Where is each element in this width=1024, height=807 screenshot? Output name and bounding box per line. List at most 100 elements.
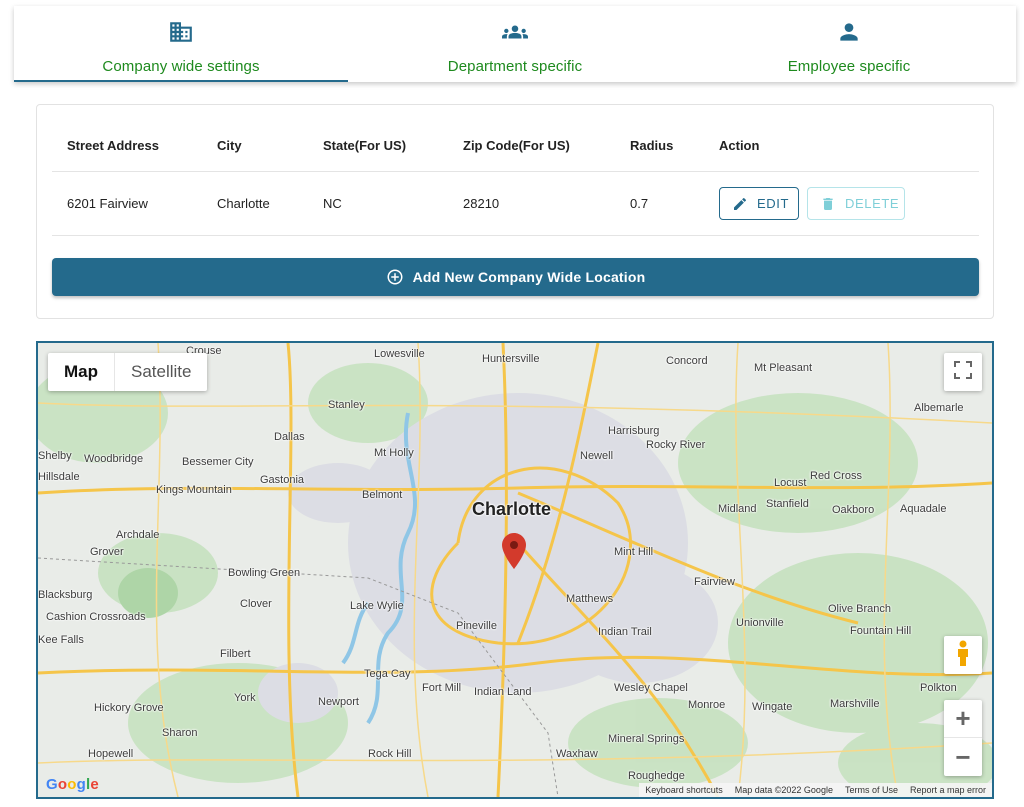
- header-street: Street Address: [67, 137, 159, 153]
- place-label: Indian Land: [474, 686, 532, 698]
- fullscreen-button[interactable]: [944, 353, 982, 391]
- place-label: Stanley: [328, 399, 365, 411]
- google-logo: Google: [46, 776, 99, 793]
- pegman-icon: [955, 640, 971, 671]
- cell-radius: 0.7: [630, 196, 649, 211]
- place-label: Hillsdale: [38, 471, 80, 483]
- report-error-link[interactable]: Report a map error: [904, 785, 992, 795]
- place-label: York: [234, 692, 256, 704]
- place-label: Kee Falls: [38, 634, 84, 646]
- place-label: Concord: [666, 355, 708, 367]
- place-label: Clover: [240, 598, 272, 610]
- place-label: Archdale: [116, 529, 160, 541]
- place-label: Harrisburg: [608, 425, 660, 437]
- place-label: Marshville: [830, 698, 880, 710]
- cell-zip: 28210: [463, 196, 500, 211]
- map-type-satellite-button[interactable]: Satellite: [115, 353, 207, 391]
- tab-employee-specific[interactable]: Employee specific: [682, 6, 1016, 82]
- place-label: Bowling Green: [228, 567, 301, 579]
- place-label: Woodbridge: [84, 453, 144, 465]
- table-row: 6201 Fairview Charlotte NC 28210 0.7 EDI…: [52, 172, 979, 236]
- zoom-out-button[interactable]: −: [944, 738, 982, 776]
- place-label: Lowesville: [374, 348, 425, 360]
- tab-department-specific[interactable]: Department specific: [348, 6, 682, 82]
- map-pin-icon[interactable]: [502, 533, 526, 574]
- header-city: City: [217, 137, 242, 153]
- add-location-button[interactable]: Add New Company Wide Location: [52, 258, 979, 296]
- place-label: Tega Cay: [364, 668, 411, 680]
- tab-label: Company wide settings: [102, 58, 260, 75]
- place-label: Polkton: [920, 682, 957, 694]
- place-label: Aquadale: [900, 503, 947, 515]
- cell-state: NC: [323, 196, 342, 211]
- add-location-label: Add New Company Wide Location: [412, 269, 646, 285]
- place-label: Pineville: [456, 620, 497, 632]
- row-actions: EDIT DELETE: [704, 187, 964, 220]
- place-label: Hopewell: [88, 748, 134, 760]
- edit-button[interactable]: EDIT: [719, 187, 799, 220]
- place-label: Belmont: [362, 489, 403, 501]
- place-label: Dallas: [274, 431, 305, 443]
- place-label: Locust: [774, 477, 807, 489]
- map-footer: Keyboard shortcuts Map data ©2022 Google…: [639, 783, 992, 797]
- place-label: Oakboro: [832, 504, 875, 516]
- place-label: Shelby: [38, 450, 72, 462]
- place-label: Wingate: [752, 701, 793, 713]
- place-label: Hickory Grove: [94, 702, 164, 714]
- fullscreen-icon: [954, 360, 972, 384]
- place-label: Olive Branch: [828, 603, 891, 615]
- keyboard-shortcuts-link[interactable]: Keyboard shortcuts: [639, 785, 729, 795]
- place-label: Matthews: [566, 593, 614, 605]
- edit-label: EDIT: [757, 196, 790, 211]
- place-label: Grover: [90, 546, 124, 558]
- group-icon: [501, 18, 529, 46]
- place-label: Rock Hill: [368, 748, 412, 760]
- place-label: Lake Wylie: [350, 600, 404, 612]
- table-header-row: Street Address City State(For US) Zip Co…: [52, 105, 979, 172]
- place-label: Newell: [580, 450, 614, 462]
- place-label: Albemarle: [914, 402, 964, 414]
- location-map[interactable]: Charlotte Crouse Lowesville Huntersville Co…: [36, 341, 994, 799]
- place-label: Newport: [318, 696, 359, 708]
- place-label: Huntersville: [482, 353, 540, 365]
- tab-company-wide[interactable]: Company wide settings: [14, 6, 348, 82]
- map-type-map-button[interactable]: Map: [48, 353, 115, 391]
- place-label: Gastonia: [260, 474, 305, 486]
- zoom-control: + −: [944, 700, 982, 776]
- terms-link[interactable]: Terms of Use: [839, 785, 904, 795]
- place-label: Mint Hill: [614, 546, 654, 558]
- place-label: Cashion Crossroads: [46, 611, 146, 623]
- place-label: Bessemer City: [182, 456, 254, 468]
- place-label: Red Cross: [810, 470, 862, 482]
- place-label: Waxhaw: [556, 748, 598, 760]
- place-label: Blacksburg: [38, 589, 93, 601]
- place-label: Monroe: [688, 699, 726, 711]
- header-action: Action: [719, 137, 760, 153]
- place-label: Wesley Chapel: [614, 682, 688, 694]
- building-icon: [167, 18, 195, 46]
- trash-icon: [820, 196, 836, 212]
- delete-label: DELETE: [845, 196, 900, 211]
- place-label: Midland: [718, 503, 757, 515]
- locations-table: Street Address City State(For US) Zip Co…: [52, 105, 979, 236]
- place-label: Fort Mill: [422, 682, 462, 694]
- place-label: Mineral Springs: [608, 733, 685, 745]
- header-state: State(For US): [323, 137, 407, 153]
- place-label: Rocky River: [646, 439, 706, 451]
- place-label: Kings Mountain: [156, 484, 232, 496]
- place-label: Stanfield: [766, 498, 809, 510]
- tab-label: Department specific: [447, 58, 583, 75]
- place-label: Unionville: [736, 617, 784, 629]
- delete-button[interactable]: DELETE: [807, 187, 905, 220]
- place-label: Mt Pleasant: [754, 362, 813, 374]
- header-radius: Radius: [630, 137, 674, 153]
- zoom-in-button[interactable]: +: [944, 700, 982, 738]
- place-label: Sharon: [162, 727, 198, 739]
- locations-card: Street Address City State(For US) Zip Co…: [36, 104, 994, 319]
- cell-city: Charlotte: [217, 196, 270, 211]
- header-zip: Zip Code(For US): [463, 137, 570, 153]
- tab-label: Employee specific: [787, 58, 911, 75]
- pencil-icon: [732, 196, 748, 212]
- street-view-pegman[interactable]: [944, 636, 982, 674]
- map-data-text: Map data ©2022 Google: [734, 785, 833, 795]
